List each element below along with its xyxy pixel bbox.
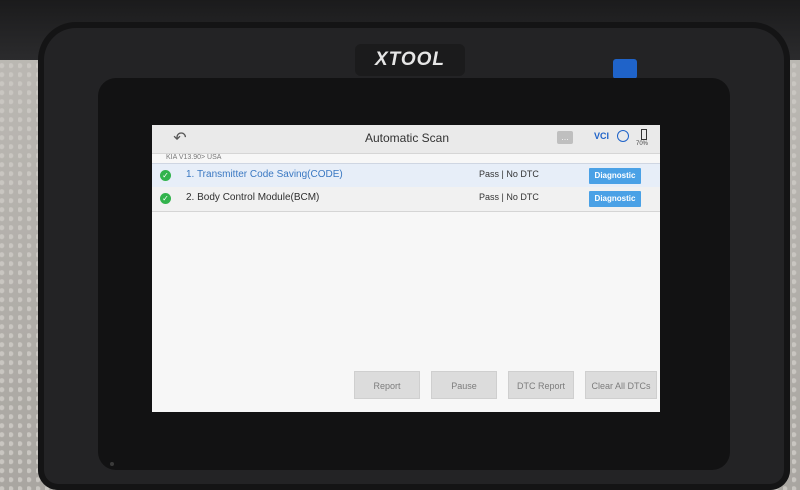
dtc-report-button[interactable]: DTC Report [508,371,574,399]
module-status: Pass | No DTC [479,192,539,202]
battery-icon [641,129,647,140]
brand-logo: XTOOL [355,44,465,76]
top-bar: ↶ Automatic Scan … VCI 70% [152,125,660,154]
diagnostic-button[interactable]: Diagnostic [589,168,641,184]
battery-percent: 70% [636,141,649,147]
module-row[interactable]: ✓ 2. Body Control Module(BCM) Pass | No … [152,187,660,212]
report-button[interactable]: Report [354,371,420,399]
device-screen: ↶ Automatic Scan … VCI 70% KIA V13.90> U… [152,125,660,412]
breadcrumb: KIA V13.90> USA [166,154,222,161]
diagnostic-button[interactable]: Diagnostic [589,191,641,207]
sensor-dot [110,462,114,466]
module-row[interactable]: ✓ 1. Transmitter Code Saving(CODE) Pass … [152,163,660,189]
power-tab [613,59,637,79]
message-icon[interactable]: … [557,131,573,144]
module-status: Pass | No DTC [479,169,539,179]
check-icon: ✓ [160,193,171,204]
check-icon: ✓ [160,170,171,181]
module-name: 1. Transmitter Code Saving(CODE) [186,169,343,180]
back-button[interactable]: ↶ [166,129,194,149]
clear-all-dtcs-button[interactable]: Clear All DTCs [585,371,657,399]
globe-icon [617,130,629,142]
page-title: Automatic Scan [364,131,450,145]
back-icon: ↶ [173,130,187,147]
module-name: 2. Body Control Module(BCM) [186,192,320,203]
vci-icon: VCI [594,131,610,141]
pause-button[interactable]: Pause [431,371,497,399]
